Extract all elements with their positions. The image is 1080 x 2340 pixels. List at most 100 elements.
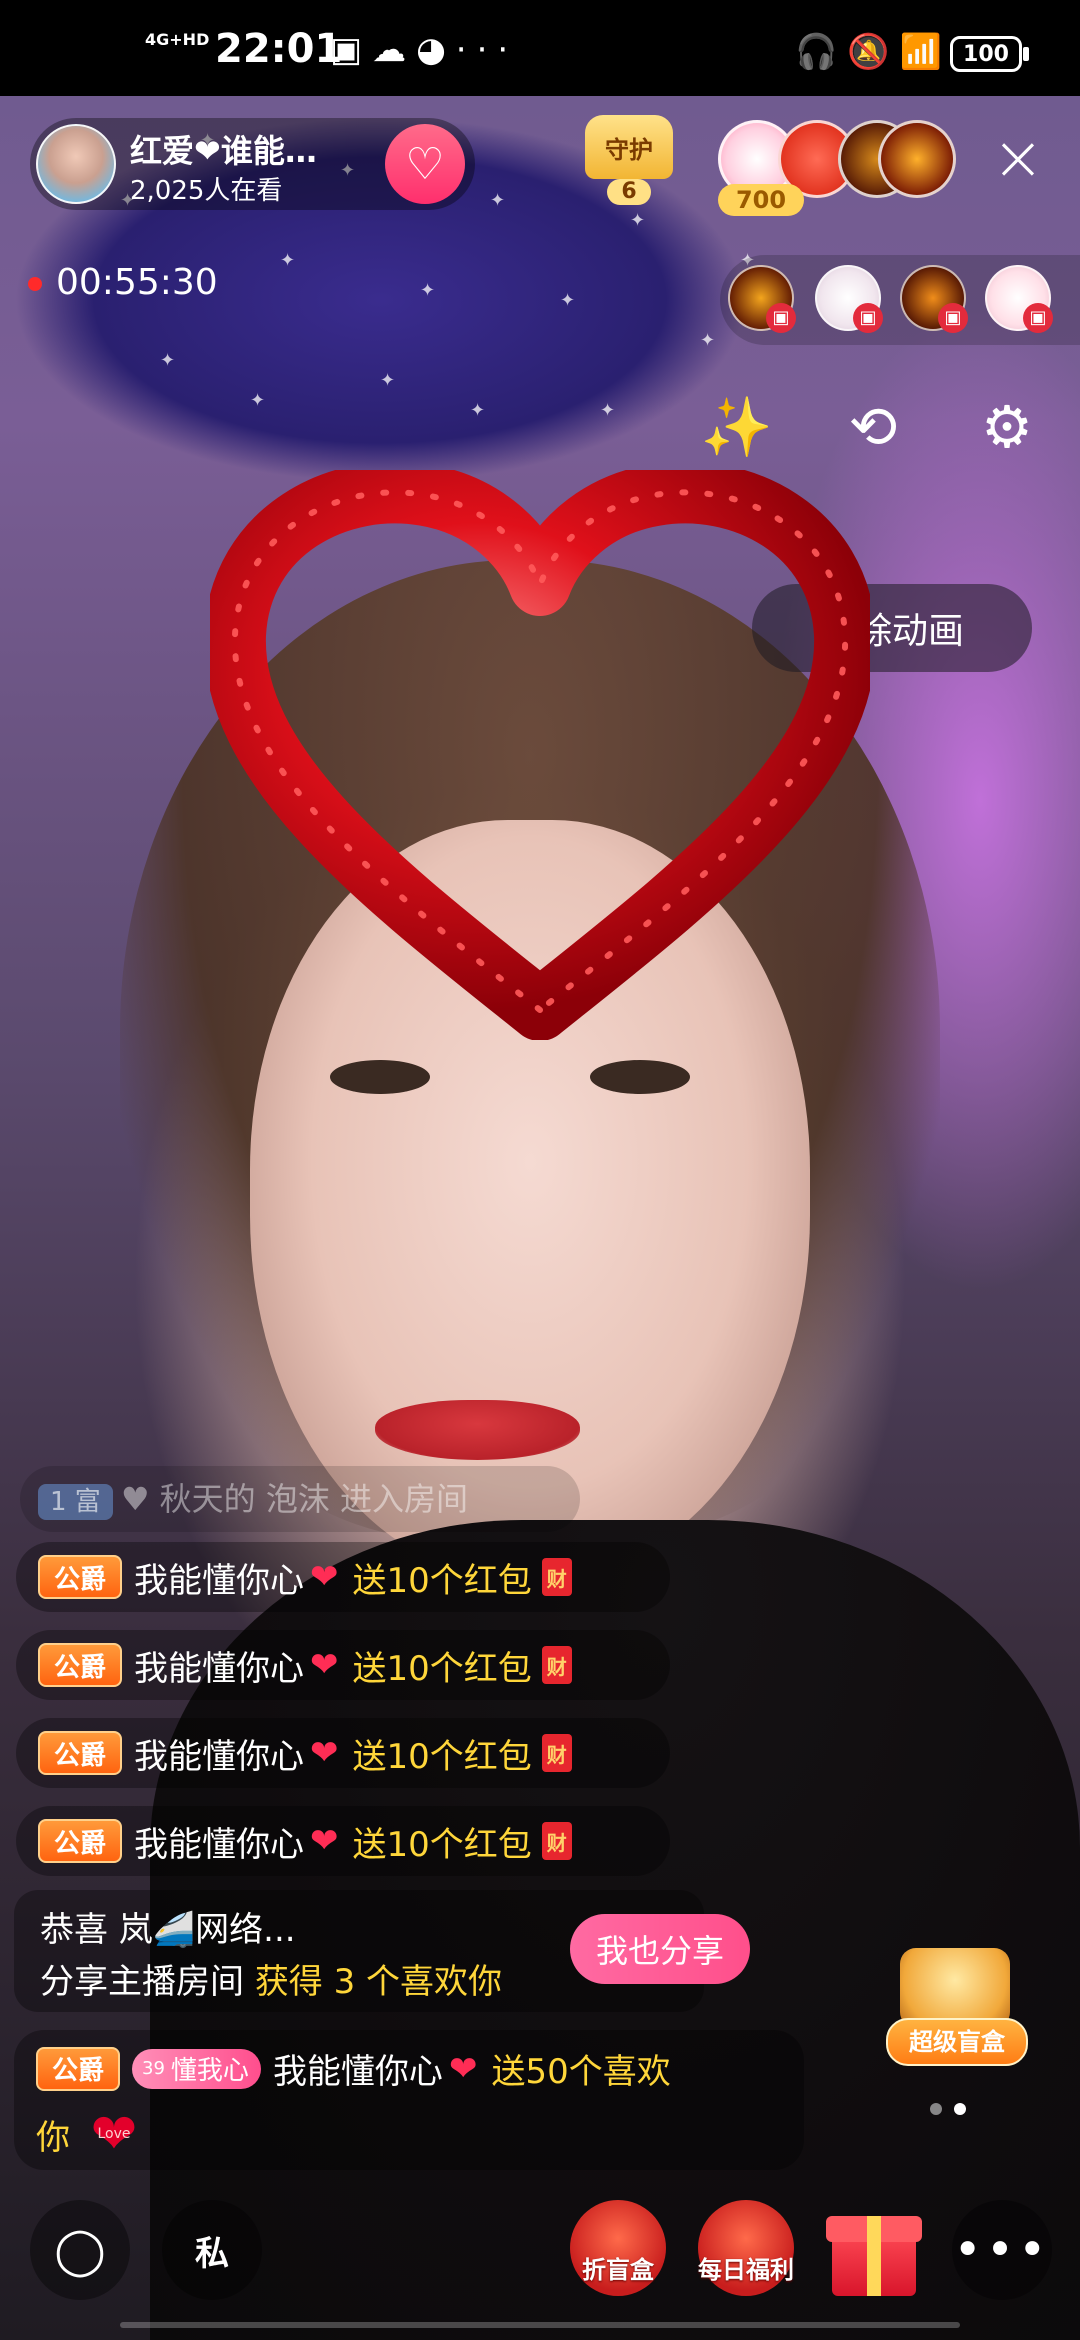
host-info-pill[interactable]: 红爱❤谁能… 2,025人在看 ♡ bbox=[30, 118, 475, 210]
chat-message[interactable]: 公爵 我能懂你心 ❤ 送10个红包 财 bbox=[16, 1718, 670, 1788]
entry-message-text: ♥ 秋天的 泡沫 进入房间 bbox=[120, 1480, 469, 1518]
heart-plus-icon: ♡ bbox=[405, 138, 445, 190]
daily-welfare-label: 每日福利 bbox=[698, 2256, 794, 2284]
gift-badge-icon: ▣ bbox=[853, 303, 883, 333]
gift-box-ribbon bbox=[867, 2216, 881, 2296]
live-timer: 00:55:30 bbox=[28, 262, 218, 303]
gift-button[interactable] bbox=[826, 2196, 922, 2300]
gift-text: 送10个红包 bbox=[352, 1736, 532, 1777]
love-heart-text: Love bbox=[97, 2126, 131, 2142]
heart-icon: ❤ bbox=[448, 2048, 478, 2089]
red-packet-icon: 财 bbox=[541, 1558, 572, 1596]
duke-badge: 公爵 bbox=[38, 1643, 123, 1687]
fan-level: 39 bbox=[142, 2058, 165, 2079]
sender-name[interactable]: 我能懂你心 bbox=[134, 1553, 304, 1602]
headphones-icon: 🎧 bbox=[795, 32, 848, 72]
entry-message: 1 富 ♥ 秋天的 泡沫 进入房间 bbox=[20, 1466, 580, 1532]
chat-message-gift[interactable]: 公爵 39 懂我心 我能懂你心 ❤ 送50个喜欢 你 ❤ Love bbox=[14, 2030, 804, 2170]
guard-crown-icon: 守护 bbox=[585, 115, 673, 179]
gift-text: 送50个喜欢 bbox=[491, 2052, 671, 2092]
fan-club-name: 懂我心 bbox=[170, 2056, 249, 2086]
giver-avatar[interactable]: ▣ bbox=[985, 265, 1053, 333]
top-viewers[interactable]: 700 bbox=[718, 120, 956, 216]
gift-badge-icon: ▣ bbox=[1023, 303, 1053, 333]
heart-icon: ❤ bbox=[310, 1821, 339, 1861]
duke-badge: 公爵 bbox=[36, 2046, 121, 2091]
gift-givers-strip[interactable]: ▣ ▣ ▣ ▣ bbox=[720, 255, 1080, 345]
gift-message-line1: 公爵 39 懂我心 我能懂你心 ❤ 送50个喜欢 bbox=[36, 2044, 671, 2093]
giver-avatar[interactable]: ▣ bbox=[815, 265, 883, 333]
gift-text-continued: 你 bbox=[36, 2117, 70, 2158]
streamer-lips bbox=[375, 1400, 580, 1460]
sender-name[interactable]: 我能懂你心 bbox=[273, 2044, 443, 2093]
share-prefix: 分享主播房间 bbox=[40, 1962, 244, 2002]
host-name: 红爱❤谁能… bbox=[130, 132, 317, 170]
guard-badge[interactable]: 守护 6 bbox=[585, 115, 673, 207]
more-dots-icon: ··· bbox=[455, 30, 519, 70]
more-button[interactable]: ••• bbox=[952, 2200, 1052, 2300]
host-avatar[interactable] bbox=[36, 124, 116, 204]
status-time: 22:01 bbox=[215, 26, 343, 72]
streamer-right-eye bbox=[590, 1060, 690, 1094]
blind-box-label: 超级盲盒 bbox=[886, 2018, 1028, 2066]
private-label: 私 bbox=[195, 2233, 229, 2274]
fan-club-badge[interactable]: 39 懂我心 bbox=[132, 2048, 261, 2089]
super-blind-box[interactable]: 超级盲盒 bbox=[886, 1948, 1028, 2078]
heart-icon: ❤ bbox=[310, 1645, 339, 1685]
streamer-left-eye bbox=[330, 1060, 430, 1094]
top-viewer-score: 700 bbox=[718, 184, 804, 216]
chat-button[interactable]: ◯ bbox=[30, 2200, 130, 2300]
private-message-button[interactable]: 私 bbox=[162, 2200, 262, 2300]
sender-name[interactable]: 我能懂你心 bbox=[134, 1729, 304, 1778]
chat-message[interactable]: 公爵 我能懂你心 ❤ 送10个红包 财 bbox=[16, 1630, 670, 1700]
battery-indicator: 100 bbox=[950, 36, 1029, 72]
camera-switch-icon[interactable]: ⟲ bbox=[836, 390, 910, 464]
daily-welfare-button[interactable]: 每日福利 bbox=[694, 2200, 798, 2304]
chat-bubble-icon: ◯ bbox=[54, 2223, 106, 2277]
more-icon: ••• bbox=[953, 2222, 1051, 2278]
discount-blind-box-button[interactable]: 折盲盒 bbox=[566, 2200, 670, 2304]
chat-message[interactable]: 公爵 我能懂你心 ❤ 送10个红包 财 bbox=[16, 1806, 670, 1876]
share-message-line1: 恭喜 岚🚄网络... bbox=[40, 1910, 296, 1950]
share-reward: 获得 3 个喜欢你 bbox=[254, 1962, 503, 2002]
magic-wand-icon[interactable]: ✨ bbox=[700, 390, 774, 464]
gift-badge-icon: ▣ bbox=[766, 303, 796, 333]
guard-count: 6 bbox=[607, 179, 651, 205]
chat-message[interactable]: 公爵 我能懂你心 ❤ 送10个红包 财 bbox=[16, 1542, 670, 1612]
speed-icon: ◕ bbox=[416, 30, 456, 70]
love-heart-icon: ❤ Love bbox=[90, 2101, 138, 2167]
pager-dot bbox=[930, 2103, 942, 2115]
heart-icon: ❤ bbox=[310, 1733, 339, 1773]
cloud-icon: ☁ bbox=[372, 30, 417, 70]
wifi-icon: 📶 bbox=[899, 32, 953, 72]
giver-avatar[interactable]: ▣ bbox=[728, 265, 796, 333]
sender-name[interactable]: 我能懂你心 bbox=[134, 1817, 304, 1866]
close-icon[interactable]: × bbox=[990, 127, 1046, 189]
live-timer-text: 00:55:30 bbox=[56, 262, 218, 303]
giver-avatar[interactable]: ▣ bbox=[900, 265, 968, 333]
status-left-icons: ▣☁◕··· bbox=[330, 30, 518, 70]
status-right-icons: 🎧🔕📶 bbox=[795, 32, 952, 72]
top-viewer-avatar[interactable] bbox=[878, 120, 956, 198]
red-packet-icon: 财 bbox=[541, 1734, 572, 1772]
heart-balloon-frame bbox=[203, 461, 877, 1041]
gift-text: 送10个红包 bbox=[352, 1824, 532, 1865]
status-bar: 4G+HD 22:01 ▣☁◕··· 🎧🔕📶 100 bbox=[0, 0, 1080, 96]
heart-balloon-svg bbox=[203, 461, 877, 1041]
gift-text: 送10个红包 bbox=[352, 1560, 532, 1601]
pager-dot-active bbox=[954, 2103, 966, 2115]
duke-badge: 公爵 bbox=[38, 1819, 123, 1863]
gift-text: 送10个红包 bbox=[352, 1648, 532, 1689]
viewer-count: 2,025人在看 bbox=[130, 176, 283, 206]
gear-icon[interactable]: ⚙ bbox=[970, 390, 1044, 464]
follow-button[interactable]: ♡ bbox=[385, 124, 465, 204]
duke-badge: 公爵 bbox=[38, 1555, 123, 1599]
red-packet-icon: 财 bbox=[541, 1646, 572, 1684]
red-packet-icon: 财 bbox=[541, 1822, 572, 1860]
mute-icon: 🔕 bbox=[847, 32, 900, 72]
banner-pager bbox=[930, 2100, 978, 2119]
recording-dot-icon bbox=[28, 277, 42, 291]
home-indicator bbox=[120, 2322, 960, 2328]
share-too-button[interactable]: 我也分享 bbox=[570, 1914, 750, 1984]
sender-name[interactable]: 我能懂你心 bbox=[134, 1641, 304, 1690]
